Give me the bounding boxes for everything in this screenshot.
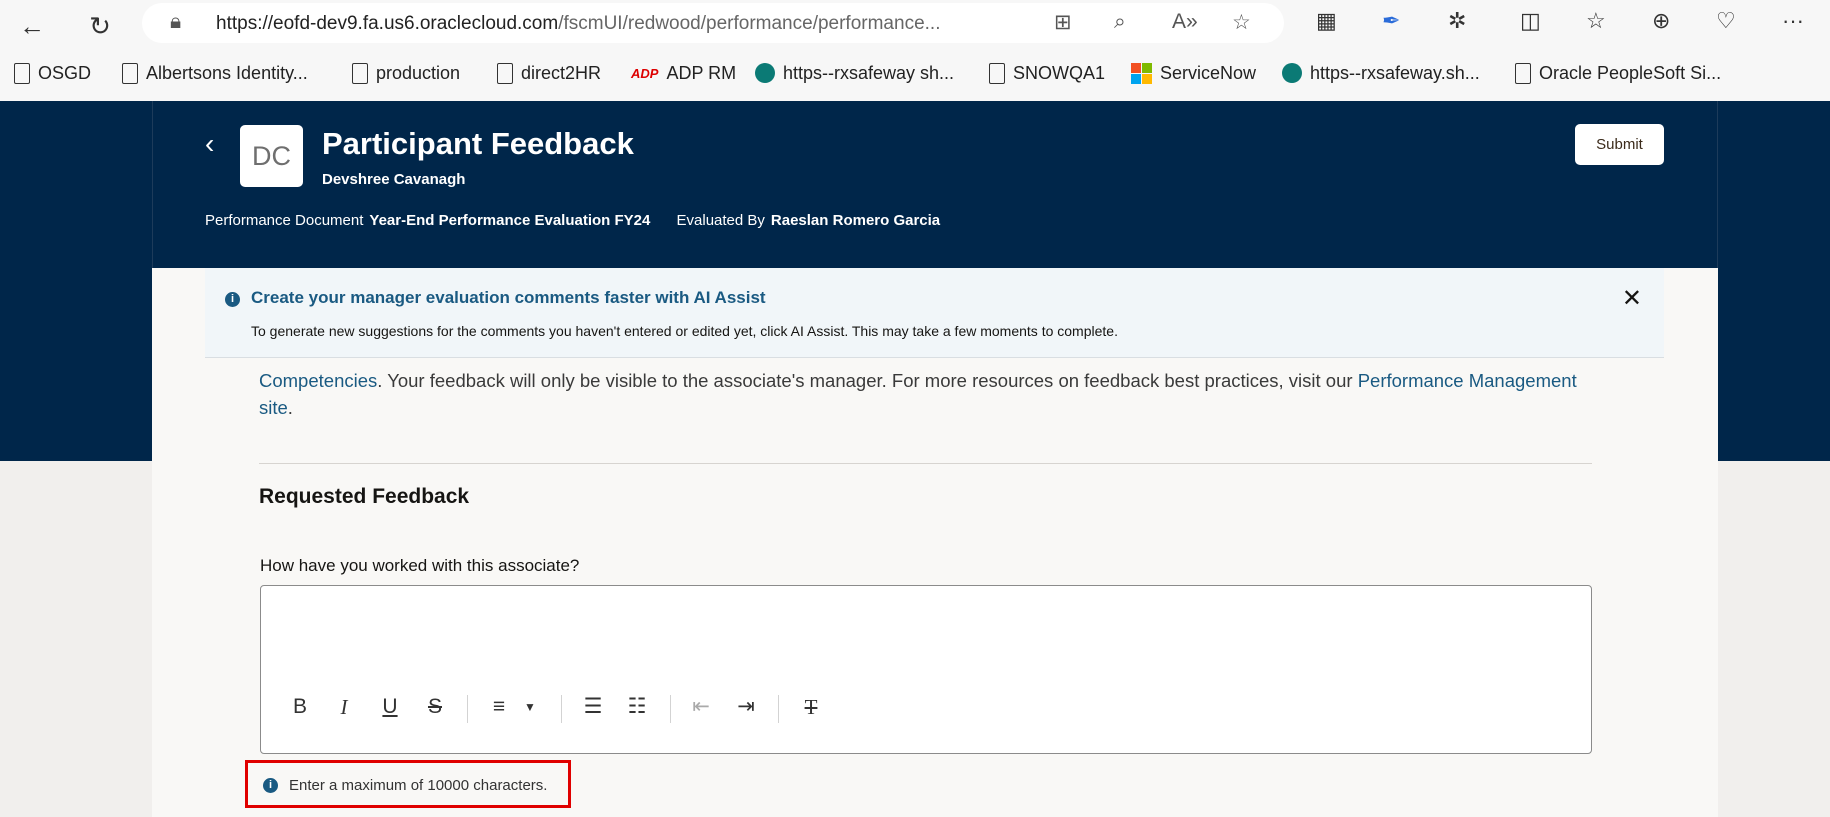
bulleted-list-icon[interactable]: ☰ — [584, 695, 603, 719]
address-bar[interactable]: 🔒︎ https://eofd-dev9.fa.us6.oraclecloud.… — [142, 3, 1284, 43]
character-limit-hint: i Enter a maximum of 10000 characters. — [245, 760, 571, 808]
page-icon — [497, 62, 513, 84]
info-icon: i — [263, 778, 278, 793]
divider — [259, 463, 1592, 464]
doc-value: Year-End Performance Evaluation FY24 — [369, 212, 651, 229]
bookmark[interactable]: https--rxsafeway.sh... — [1282, 58, 1480, 88]
page-icon — [989, 62, 1005, 84]
back-arrow-icon[interactable]: ← — [14, 8, 50, 44]
favorites-icon[interactable]: ☆ — [1586, 8, 1606, 34]
url-text: https://eofd-dev9.fa.us6.oraclecloud.com… — [216, 13, 940, 35]
evaluated-value: Raeslan Romero Garcia — [770, 212, 941, 229]
avatar: DC — [240, 125, 303, 187]
feedback-rich-text-editor[interactable]: B I U S ≡ ▼ ☰ ☷ ⇤ ⇥ T — [260, 585, 1592, 754]
bookmark-label: production — [376, 62, 461, 83]
ai-assist-banner: i Create your manager evaluation comment… — [205, 268, 1664, 358]
info-icon: i — [225, 292, 240, 307]
microsoft-icon — [1131, 62, 1152, 84]
underline-icon[interactable]: U — [382, 695, 397, 719]
url-host: https://eofd-dev9.fa.us6.oraclecloud.com — [216, 13, 559, 34]
page-icon — [122, 62, 138, 84]
banner-title: Create your manager evaluation comments … — [251, 288, 766, 307]
doc-label: Performance Document — [205, 212, 364, 229]
bookmark-label: ServiceNow — [1160, 62, 1257, 83]
bold-icon[interactable]: B — [293, 695, 307, 719]
document-meta: Performance Document Year-End Performance… — [205, 212, 962, 229]
collections-icon[interactable]: ⊕ — [1652, 8, 1670, 34]
app-available-icon[interactable]: ⊞ — [1054, 10, 1072, 35]
intro-text: Competencies. Your feedback will only be… — [259, 367, 1599, 421]
sharepoint-icon — [755, 63, 775, 83]
intro-end: . — [287, 397, 293, 418]
url-path: /fscmUI/redwood/performance/performance.… — [558, 13, 941, 34]
close-icon[interactable]: ✕ — [1622, 284, 1642, 313]
competencies-link[interactable]: Competencies — [259, 370, 377, 391]
toolbar-separator — [778, 695, 779, 723]
bookmark[interactable]: Oracle PeopleSoft Si... — [1515, 58, 1721, 88]
bookmark[interactable]: OSGD — [14, 58, 91, 88]
section-title: Requested Feedback — [259, 485, 470, 508]
submit-button[interactable]: Submit — [1575, 124, 1664, 165]
toolbar-separator — [670, 695, 671, 723]
strikethrough-icon[interactable]: S — [428, 695, 442, 719]
page-icon — [14, 62, 30, 84]
extensions-icon[interactable]: ✲ — [1448, 8, 1466, 34]
bookmark-label: ADP RM — [666, 62, 737, 83]
bookmark[interactable]: production — [352, 58, 460, 88]
feather-icon[interactable]: ✒ — [1382, 8, 1400, 34]
indent-icon[interactable]: ⇥ — [737, 695, 755, 719]
bookmark-label: Albertsons Identity... — [146, 62, 308, 83]
bookmark[interactable]: direct2HR — [497, 58, 601, 88]
question-label: How have you worked with this associate? — [260, 556, 580, 575]
more-icon[interactable]: ··· — [1782, 8, 1804, 34]
clear-formatting-icon[interactable]: T — [805, 695, 818, 719]
favorite-star-icon[interactable]: ☆ — [1232, 10, 1251, 35]
bookmark[interactable]: ADP ADP RM — [631, 58, 736, 88]
page-title: Participant Feedback — [322, 126, 634, 161]
bookmark-label: https--rxsafeway sh... — [783, 62, 955, 83]
back-chevron-icon[interactable]: ‹ — [205, 128, 214, 160]
adp-icon: ADP — [631, 65, 659, 81]
bookmark[interactable]: https--rxsafeway sh... — [755, 58, 954, 88]
toolbar-separator — [467, 695, 468, 723]
browser-chrome: ← ↻ 🔒︎ https://eofd-dev9.fa.us6.oraclecl… — [0, 0, 1830, 101]
bookmark-label: SNOWQA1 — [1013, 62, 1106, 83]
page-icon — [1515, 62, 1531, 84]
refresh-icon[interactable]: ↻ — [82, 8, 118, 44]
bookmark-label: Oracle PeopleSoft Si... — [1539, 62, 1722, 83]
hint-text: Enter a maximum of 10000 characters. — [289, 777, 548, 794]
bookmark-label: https--rxsafeway.sh... — [1310, 62, 1480, 83]
numbered-list-icon[interactable]: ☷ — [628, 695, 647, 719]
participant-name: Devshree Cavanagh — [322, 171, 466, 188]
bookmark-label: direct2HR — [521, 62, 602, 83]
bookmark[interactable]: SNOWQA1 — [989, 58, 1105, 88]
banner-text: To generate new suggestions for the comm… — [251, 323, 1118, 339]
health-icon[interactable]: ♡ — [1716, 8, 1736, 34]
qr-code-icon[interactable]: ▦ — [1316, 8, 1337, 34]
intro-body: . Your feedback will only be visible to … — [377, 370, 1358, 391]
evaluated-label: Evaluated By — [676, 212, 765, 229]
split-screen-icon[interactable]: ◫ — [1520, 8, 1541, 34]
zoom-icon[interactable]: ⌕ — [1114, 10, 1126, 34]
page-icon — [352, 62, 368, 84]
bookmark[interactable]: ServiceNow — [1131, 58, 1256, 88]
read-aloud-icon[interactable]: A» — [1172, 10, 1198, 34]
lock-icon[interactable]: 🔒︎ — [170, 10, 181, 34]
align-left-icon[interactable]: ≡ — [493, 695, 505, 719]
italic-icon[interactable]: I — [341, 695, 348, 719]
bookmark-label: OSGD — [38, 62, 92, 83]
sharepoint-icon — [1282, 63, 1302, 83]
bookmark[interactable]: Albertsons Identity... — [122, 58, 308, 88]
bookmarks-bar: OSGD Albertsons Identity... production d… — [0, 58, 1830, 88]
chevron-down-icon[interactable]: ▼ — [524, 695, 536, 719]
toolbar-separator — [561, 695, 562, 723]
outdent-icon[interactable]: ⇤ — [692, 695, 710, 719]
